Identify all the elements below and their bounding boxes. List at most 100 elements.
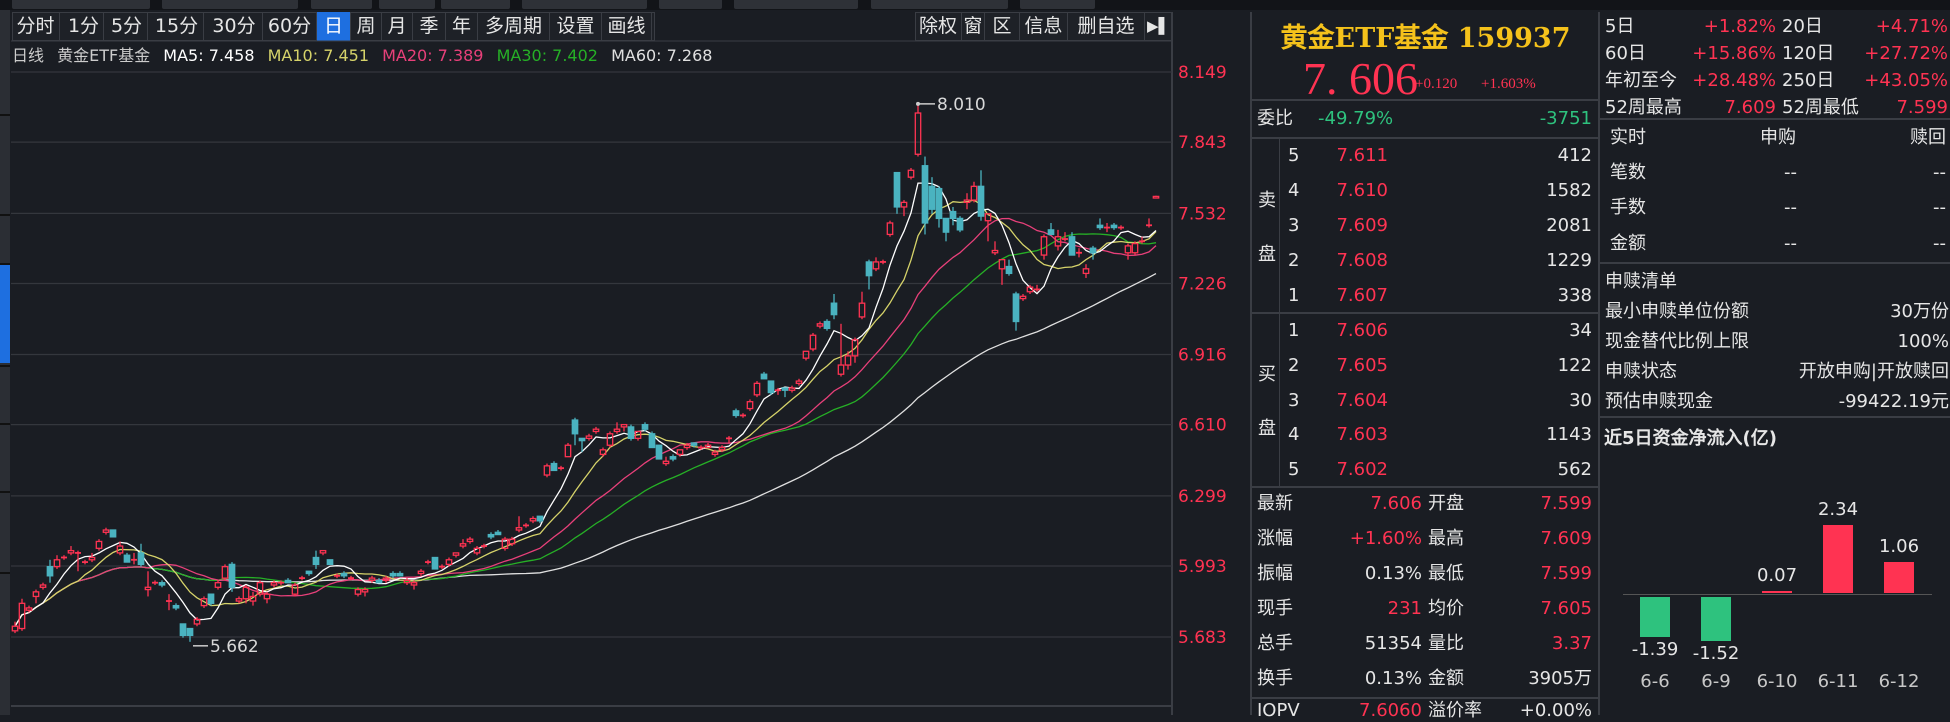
- flow-bar[interactable]: [1884, 562, 1914, 593]
- candle[interactable]: [956, 216, 964, 233]
- candle[interactable]: [46, 559, 54, 583]
- candle[interactable]: [1152, 195, 1160, 199]
- candle[interactable]: [935, 186, 943, 228]
- candle[interactable]: [32, 589, 40, 604]
- candle[interactable]: [417, 568, 425, 576]
- candle[interactable]: [606, 431, 614, 448]
- candle[interactable]: [340, 571, 348, 579]
- candle[interactable]: [1131, 241, 1139, 256]
- candle[interactable]: [82, 559, 88, 565]
- candle[interactable]: [459, 539, 467, 549]
- candle[interactable]: [529, 516, 537, 524]
- candlestick-chart[interactable]: 8.149 7.843 7.532 7.226 6.916 6.610 6.299 5.993…: [0, 0, 1250, 715]
- candle[interactable]: [396, 571, 404, 577]
- candle[interactable]: [991, 241, 999, 256]
- candle[interactable]: [641, 422, 649, 432]
- candle[interactable]: [837, 323, 845, 377]
- top-button[interactable]: [734, 0, 858, 9]
- candle[interactable]: [284, 578, 292, 584]
- candle[interactable]: [152, 580, 158, 585]
- top-button[interactable]: [1020, 0, 1095, 9]
- candle[interactable]: [1047, 222, 1055, 236]
- candle[interactable]: [543, 463, 551, 478]
- candle[interactable]: [1005, 259, 1013, 276]
- candle[interactable]: [214, 580, 222, 590]
- candle[interactable]: [858, 291, 866, 320]
- candle[interactable]: [998, 258, 1006, 285]
- candle[interactable]: [746, 399, 754, 411]
- candle[interactable]: [1019, 294, 1027, 301]
- candle[interactable]: [823, 319, 831, 331]
- top-button[interactable]: [871, 0, 1008, 9]
- candle[interactable]: [102, 527, 110, 535]
- candle[interactable]: [571, 417, 579, 446]
- candle[interactable]: [970, 181, 978, 203]
- candle[interactable]: [39, 582, 47, 590]
- candle[interactable]: [942, 217, 950, 242]
- top-button[interactable]: [441, 0, 510, 9]
- candle[interactable]: [375, 578, 383, 584]
- candle[interactable]: [1118, 225, 1124, 230]
- candle[interactable]: [431, 556, 439, 570]
- candle[interactable]: [880, 259, 886, 265]
- candle[interactable]: [893, 171, 901, 214]
- candle[interactable]: [865, 259, 873, 290]
- candle[interactable]: [669, 454, 677, 462]
- candle[interactable]: [389, 571, 397, 579]
- candle[interactable]: [921, 156, 929, 235]
- candle[interactable]: [501, 536, 509, 551]
- candle[interactable]: [662, 456, 670, 466]
- candle[interactable]: [907, 167, 915, 180]
- candle[interactable]: [131, 552, 137, 565]
- candle[interactable]: [228, 562, 236, 592]
- flow-bar[interactable]: [1640, 597, 1670, 638]
- candle[interactable]: [558, 465, 564, 471]
- candle[interactable]: [1146, 218, 1152, 228]
- candle[interactable]: [1082, 264, 1090, 278]
- candle[interactable]: [123, 552, 131, 563]
- candle[interactable]: [179, 623, 187, 638]
- candle[interactable]: [788, 385, 796, 393]
- candle[interactable]: [830, 294, 838, 320]
- flow-bar[interactable]: [1701, 597, 1731, 642]
- candle[interactable]: [795, 378, 803, 386]
- candle[interactable]: [620, 423, 628, 432]
- candle[interactable]: [599, 447, 607, 457]
- candle[interactable]: [326, 559, 334, 566]
- candle[interactable]: [655, 444, 663, 460]
- candle[interactable]: [137, 543, 145, 567]
- candle[interactable]: [67, 546, 75, 556]
- candle[interactable]: [809, 332, 817, 352]
- candle[interactable]: [319, 549, 327, 556]
- candle[interactable]: [186, 627, 194, 642]
- candle[interactable]: [648, 431, 656, 449]
- flow-bar[interactable]: [1762, 590, 1792, 593]
- candle[interactable]: [53, 555, 61, 569]
- candle[interactable]: [732, 408, 740, 418]
- top-button[interactable]: [12, 0, 150, 9]
- candle[interactable]: [802, 350, 810, 361]
- candle[interactable]: [564, 442, 572, 458]
- candle[interactable]: [494, 530, 502, 536]
- candle[interactable]: [949, 206, 957, 226]
- candle[interactable]: [523, 523, 529, 528]
- candle[interactable]: [263, 591, 271, 604]
- candle[interactable]: [410, 580, 418, 590]
- candle[interactable]: [726, 436, 732, 443]
- candle[interactable]: [487, 532, 495, 540]
- candle[interactable]: [550, 461, 558, 472]
- candle[interactable]: [914, 103, 922, 157]
- candle[interactable]: [977, 170, 985, 221]
- candle[interactable]: [166, 594, 172, 611]
- candle[interactable]: [158, 580, 166, 588]
- candle[interactable]: [753, 381, 761, 398]
- candle[interactable]: [109, 529, 117, 538]
- flow-bar[interactable]: [1823, 525, 1853, 593]
- candle[interactable]: [291, 582, 299, 597]
- candle[interactable]: [740, 413, 746, 418]
- candle[interactable]: [256, 580, 264, 597]
- top-button[interactable]: [379, 0, 435, 9]
- top-button[interactable]: [162, 0, 298, 9]
- candle[interactable]: [1124, 243, 1132, 260]
- candle[interactable]: [305, 570, 313, 576]
